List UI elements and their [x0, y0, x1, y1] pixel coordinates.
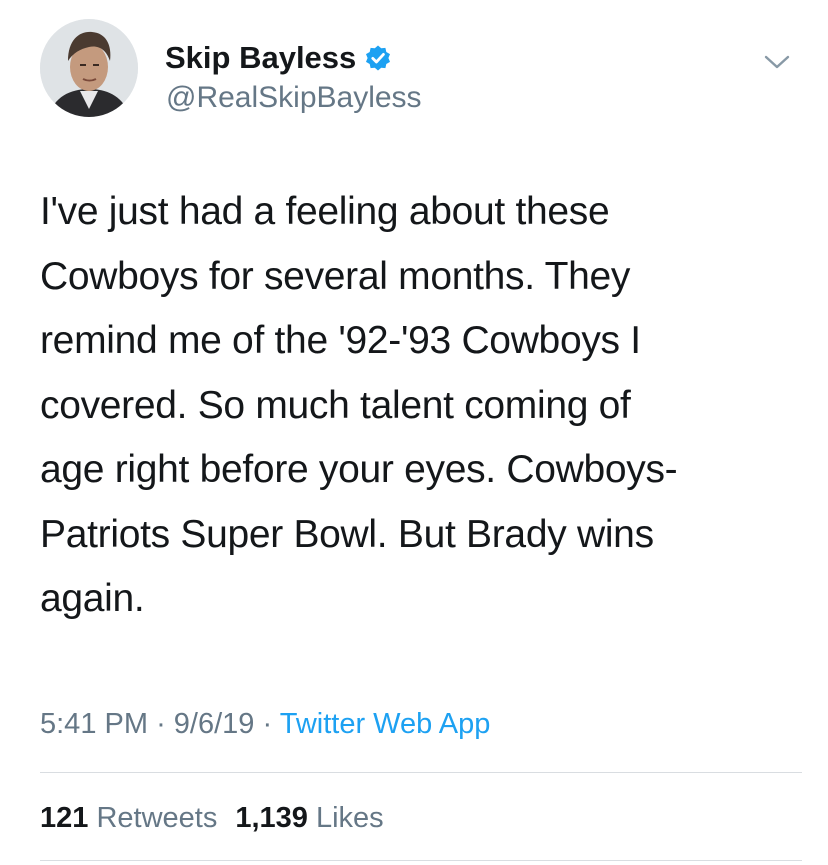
tweet-date[interactable]: 9/6/19: [174, 708, 255, 740]
retweets-label: Retweets: [96, 802, 218, 834]
author-name-row[interactable]: Skip Bayless: [165, 38, 392, 78]
avatar-image: [40, 19, 138, 117]
avatar[interactable]: [40, 19, 138, 117]
chevron-down-icon[interactable]: [763, 50, 791, 74]
likes-stat[interactable]: 1,139 Likes: [235, 802, 383, 834]
meta-separator: ·: [262, 708, 273, 740]
tweet-source-link[interactable]: Twitter Web App: [280, 708, 491, 740]
tweet-text-line: Cowboys for several months. They: [40, 254, 631, 298]
tweet-text-line: remind me of the '92-'93 Cowboys I: [40, 319, 641, 362]
tweet-meta: 5:41 PM · 9/6/19 · Twitter Web App: [40, 704, 490, 744]
likes-count: 1,139: [235, 802, 308, 834]
tweet-text-line: age right before your eyes. Cowboys-: [40, 448, 678, 491]
retweets-stat[interactable]: 121 Retweets: [40, 802, 217, 834]
tweet-text-line: covered. So much talent coming of: [40, 383, 631, 427]
meta-separator: ·: [156, 708, 166, 740]
tweet-text-line: I've just had a feeling about these: [40, 190, 610, 233]
likes-label: Likes: [315, 802, 384, 834]
author-display-name[interactable]: Skip Bayless: [165, 38, 356, 78]
tweet-text: I've just had a feeling about these Cowb…: [40, 180, 800, 632]
author-handle[interactable]: @RealSkipBayless: [166, 78, 422, 118]
tweet-text-line: again.: [40, 577, 145, 620]
tweet-text-line: Patriots Super Bowl. But Brady wins: [40, 512, 654, 556]
tweet-time[interactable]: 5:41 PM: [40, 708, 148, 740]
retweets-count: 121: [40, 802, 89, 834]
tweet-stats: 121 Retweets 1,139 Likes: [40, 796, 384, 840]
divider: [40, 772, 802, 773]
verified-badge-icon: [366, 45, 391, 71]
divider: [40, 860, 802, 861]
